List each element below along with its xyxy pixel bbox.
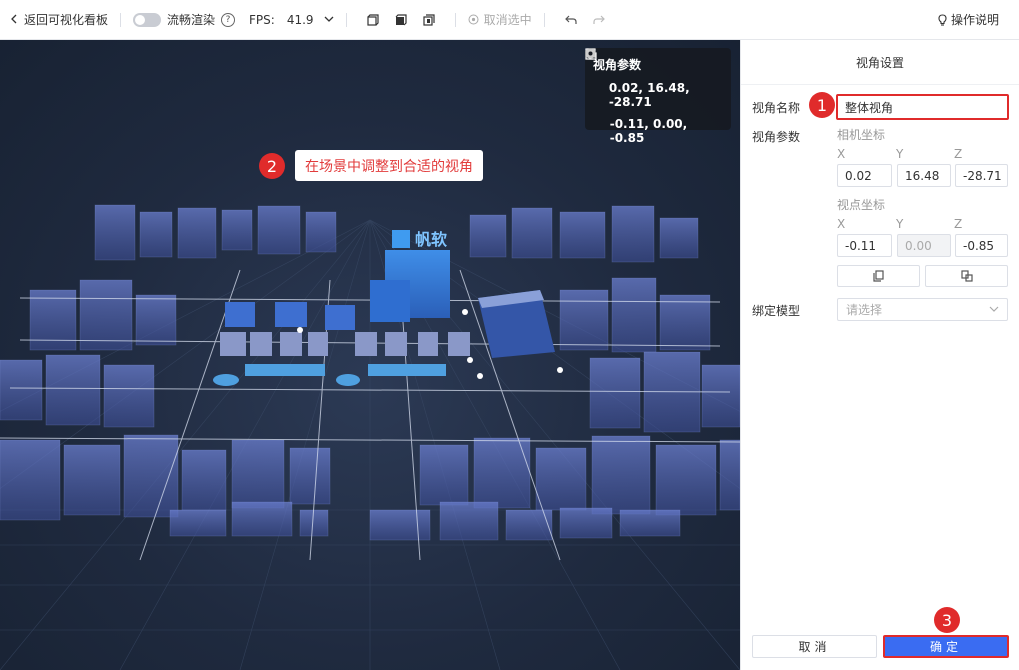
camera-coord-label: 相机坐标 (837, 128, 886, 142)
target-y-input: 0.00 (897, 234, 951, 257)
smooth-render-label: 流畅渲染 (167, 13, 216, 27)
camera-coord-value: 0.02, 16.48, -28.71 (608, 81, 690, 109)
target-x-input[interactable]: -0.11 (837, 234, 892, 257)
guide-label: 操作说明 (950, 13, 999, 27)
chevron-down-icon (989, 306, 999, 313)
bind-model-select[interactable]: 请选择 (837, 298, 1008, 321)
bind-model-label: 绑定模型 (752, 304, 801, 318)
copy-params-button[interactable] (837, 265, 920, 287)
redo-icon[interactable] (592, 13, 606, 27)
view-side-icon[interactable] (422, 13, 436, 27)
confirm-button[interactable]: 确定 (883, 635, 1009, 658)
camera-z-input[interactable]: -28.71 (955, 164, 1008, 187)
chevron-left-icon (10, 13, 18, 27)
camera-x-label: X (837, 147, 846, 161)
copy-icon (873, 270, 884, 282)
view-settings-panel: 视角设置 视角名称 1 整体视角 视角参数 相机坐标 X Y Z 0.02 16… (740, 40, 1019, 670)
deselect-button[interactable]: 取消选中 (468, 0, 532, 40)
logo-text: 帆软 (415, 230, 447, 249)
fps-readout: FPS: 41.9 (249, 0, 334, 40)
view-name-label: 视角名称 (752, 101, 801, 115)
target-z-label: Z (954, 217, 963, 231)
fps-value: 41.9 (286, 12, 314, 27)
top-toolbar: 返回可视化看板 流畅渲染 ? FPS: 41.9 取消选中 操作说明 (0, 0, 1019, 40)
view-params-label: 视角参数 (752, 130, 801, 144)
view-params-title: 视角参数 (593, 58, 642, 72)
camera-y-input[interactable]: 16.48 (897, 164, 951, 187)
target-coord-row: -0.11, 0.00, -0.85 (585, 48, 723, 145)
back-button[interactable]: 返回可视化看板 (10, 0, 108, 40)
view-top-icon[interactable] (394, 13, 408, 27)
target-x-label: X (837, 217, 846, 231)
bind-model-placeholder: 请选择 (846, 303, 883, 317)
toolbar-divider (345, 12, 347, 27)
view-front-icon[interactable] (366, 13, 380, 27)
chevron-down-icon[interactable] (324, 16, 334, 23)
camera-y-label: Y (896, 147, 904, 161)
adjust-view-hint: 在场景中调整到合适的视角 (295, 150, 483, 181)
toggle-switch[interactable] (133, 12, 162, 27)
cancel-button[interactable]: 取消 (752, 635, 877, 658)
scene-viewport[interactable]: 帆软 视角参数 0.02, 16.48, -28.71 -0.11, 0.00,… (0, 40, 740, 670)
camera-z-label: Z (954, 147, 963, 161)
smooth-render-toggle[interactable]: 流畅渲染 ? (133, 0, 236, 40)
target-coord-value: -0.11, 0.00, -0.85 (609, 117, 688, 145)
camera-coord-row: 0.02, 16.48, -28.71 (585, 48, 723, 109)
view-name-input[interactable]: 整体视角 (836, 94, 1009, 120)
paste-icon (960, 270, 973, 282)
deselect-label: 取消选中 (483, 13, 532, 27)
target-y-label: Y (896, 217, 904, 231)
toolbar-divider (454, 12, 456, 27)
guide-button[interactable]: 操作说明 (938, 0, 999, 40)
paste-params-button[interactable] (925, 265, 1008, 287)
toolbar-divider (543, 12, 545, 27)
view-params-card: 视角参数 0.02, 16.48, -28.71 -0.11, 0.00, -0… (585, 48, 731, 145)
target-icon (585, 48, 604, 137)
camera-x-input[interactable]: 0.02 (837, 164, 892, 187)
target-z-input[interactable]: -0.85 (955, 234, 1008, 257)
toolbar-divider (120, 12, 122, 27)
help-icon[interactable]: ? (221, 12, 236, 27)
step-badge-2: 2 (259, 153, 285, 179)
target-coord-label: 视点坐标 (837, 198, 886, 212)
undo-icon[interactable] (564, 13, 578, 27)
target-icon (468, 14, 479, 25)
step-badge-1: 1 (809, 92, 835, 118)
fps-label: FPS: (249, 12, 275, 27)
step-badge-3: 3 (934, 607, 960, 633)
camera-icon (585, 48, 603, 101)
panel-title: 视角设置 (741, 40, 1019, 85)
bulb-icon (938, 13, 947, 26)
back-button-label: 返回可视化看板 (24, 13, 109, 27)
